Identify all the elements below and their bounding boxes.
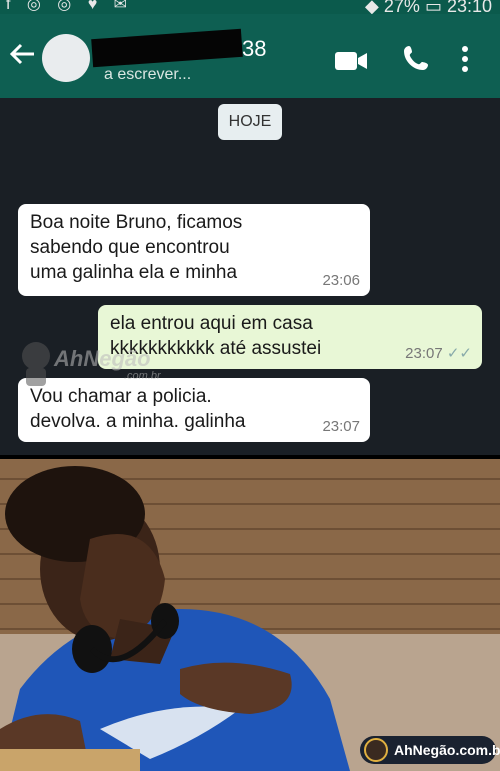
mascot-icon xyxy=(22,342,50,386)
site-badge: AhNegão.com.br xyxy=(360,736,500,764)
date-divider: HOJE xyxy=(218,104,282,140)
message-line: sabendo que encontrou xyxy=(30,237,230,258)
chat-header: 38 a escrever... xyxy=(0,14,500,98)
mascot-icon xyxy=(364,738,388,762)
message-time: 23:07 ✓✓ xyxy=(405,346,472,361)
message-incoming[interactable]: Boa noite Bruno, ficamos sabendo que enc… xyxy=(18,204,370,296)
message-line: ela entrou aqui em casa xyxy=(110,313,313,334)
message-line: Boa noite Bruno, ficamos xyxy=(30,212,243,233)
back-arrow-icon[interactable] xyxy=(8,40,36,74)
contact-avatar[interactable] xyxy=(42,34,90,82)
contact-name[interactable]: 38 xyxy=(242,36,266,62)
watermark-logo: AhNegão .com.br xyxy=(18,338,168,394)
message-time: 23:06 xyxy=(322,272,360,289)
message-time: 23:07 xyxy=(322,418,360,435)
battery-icon: ▭ xyxy=(424,0,447,14)
video-call-icon[interactable] xyxy=(334,50,368,77)
redacted-contact-name xyxy=(91,28,243,68)
site-badge-text: AhNegão.com.br xyxy=(394,742,500,758)
message-line: uma galinha ela e minha xyxy=(30,262,238,283)
wifi-icon: ◆ xyxy=(365,0,384,14)
watermark-domain: .com.br xyxy=(124,370,161,382)
reaction-photo xyxy=(0,459,500,771)
watermark-brand: AhNegão xyxy=(54,346,151,371)
typing-status: a escrever... xyxy=(104,66,192,83)
photo-illustration xyxy=(0,459,500,771)
clock: 23:10 xyxy=(446,0,492,14)
more-options-icon[interactable] xyxy=(460,44,470,79)
message-line: devolva. a minha. galinha xyxy=(30,411,246,432)
conversation-area[interactable]: HOJE Boa noite Bruno, ficamos sabendo qu… xyxy=(0,98,500,455)
status-right: ◆ 27% ▭ 23:10 xyxy=(365,0,492,14)
voice-call-icon[interactable] xyxy=(402,44,430,77)
status-bar: f ◎ ◎ ♥ ✉ ◆ 27% ▭ 23:10 xyxy=(0,0,500,14)
notification-icons: f ◎ ◎ ♥ ✉ xyxy=(6,0,134,13)
battery-percent: 27% xyxy=(383,0,420,14)
read-receipt-icon: ✓✓ xyxy=(446,345,472,362)
message-time-text: 23:07 xyxy=(405,345,443,362)
